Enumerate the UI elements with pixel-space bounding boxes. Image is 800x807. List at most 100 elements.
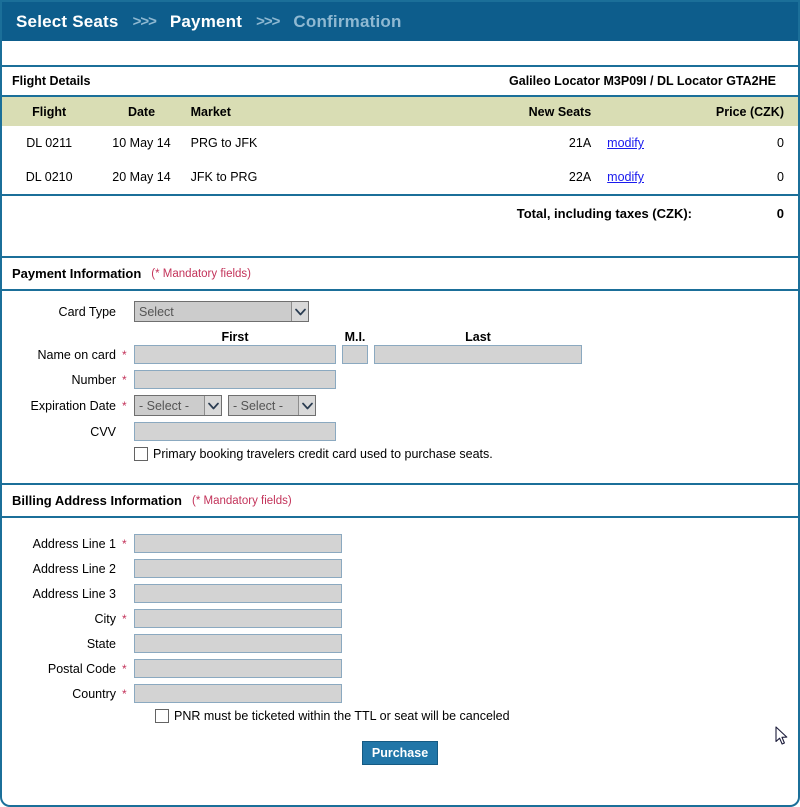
- nav-separator-1: >>>: [132, 13, 157, 30]
- country-required-mark: *: [122, 686, 127, 701]
- middle-initial-header: M.I.: [344, 330, 366, 344]
- cell-date: 10 May 14: [112, 136, 171, 150]
- cvv-row: CVV: [2, 422, 798, 441]
- card-number-control: [134, 370, 336, 389]
- expiration-year-select[interactable]: - Select -: [228, 395, 316, 416]
- total-value: 0: [776, 205, 784, 221]
- state-input[interactable]: [134, 634, 342, 653]
- cell-price: 0: [777, 170, 784, 184]
- payment-form: Card Type Select First M.I. Last Name on…: [2, 291, 798, 461]
- expiration-month-select[interactable]: - Select -: [134, 395, 222, 416]
- flight-details-title: Flight Details: [12, 74, 91, 88]
- last-name-header: Last: [465, 330, 491, 344]
- cell-market: PRG to JFK: [190, 136, 258, 150]
- ttl-checkbox[interactable]: [155, 709, 169, 723]
- nav-separator-2: >>>: [256, 13, 280, 30]
- ttl-row: PNR must be ticketed within the TTL or s…: [2, 709, 798, 723]
- modify-link[interactable]: modify: [607, 170, 644, 184]
- city-required-mark: *: [122, 611, 127, 626]
- payment-page: Select Seats >>> Payment >>> Confirmatio…: [0, 0, 800, 807]
- middle-initial-input[interactable]: [342, 345, 368, 364]
- cvv-input[interactable]: [134, 422, 336, 441]
- expiration-date-row: Expiration Date * - Select - - Select -: [2, 395, 798, 416]
- address-line-3-input[interactable]: [134, 584, 342, 603]
- cell-price: 0: [777, 136, 784, 150]
- city-row: City *: [2, 609, 798, 628]
- last-name-input[interactable]: [374, 345, 582, 364]
- card-number-input[interactable]: [134, 370, 336, 389]
- city-control: [134, 609, 342, 628]
- chevron-down-icon: [204, 396, 221, 415]
- billing-mandatory-note: (* Mandatory fields): [191, 494, 292, 507]
- cell-market: JFK to PRG: [190, 170, 258, 184]
- column-header-date: Date: [96, 97, 187, 126]
- country-control: [134, 684, 342, 703]
- table-row: DL 0210 20 May 14 JFK to PRG 22A modify …: [2, 160, 798, 194]
- locator-text: Galileo Locator M3P09I / DL Locator GTA2…: [509, 74, 776, 88]
- city-input[interactable]: [134, 609, 342, 628]
- postal-code-row: Postal Code *: [2, 659, 798, 678]
- address-line-3-control: [134, 584, 342, 603]
- address-line-3-row: Address Line 3: [2, 584, 798, 603]
- ttl-checkbox-row: PNR must be ticketed within the TTL or s…: [155, 709, 510, 723]
- flight-table-head: Flight Date Market New Seats Price (CZK): [2, 97, 798, 126]
- cell-spacer: [340, 160, 473, 194]
- billing-form: Address Line 1 * Address Line 2 Address …: [2, 518, 798, 765]
- address-line-1-input[interactable]: [134, 534, 342, 553]
- table-row: DL 0211 10 May 14 PRG to JFK 21A modify …: [2, 126, 798, 160]
- expiration-date-control: - Select - - Select -: [134, 395, 316, 416]
- billing-section-header: Billing Address Information (* Mandatory…: [2, 485, 798, 516]
- card-type-select[interactable]: Select: [134, 301, 309, 322]
- modify-link[interactable]: modify: [607, 136, 644, 150]
- payment-mandatory-note: (* Mandatory fields): [151, 267, 252, 280]
- flight-table-header-row: Flight Date Market New Seats Price (CZK): [2, 97, 798, 126]
- cell-date: 20 May 14: [112, 170, 171, 184]
- cell-new-seats: 22A: [568, 170, 592, 184]
- cell-modify: modify: [607, 160, 689, 194]
- step-navbar: Select Seats >>> Payment >>> Confirmatio…: [0, 0, 800, 41]
- column-header-modify: [607, 97, 690, 126]
- name-column-headers: First M.I. Last: [134, 328, 582, 344]
- expiration-date-label: Expiration Date: [30, 398, 116, 413]
- postal-code-input[interactable]: [134, 659, 342, 678]
- card-type-control: Select: [134, 301, 309, 322]
- address-line-2-input[interactable]: [134, 559, 342, 578]
- ttl-checkbox-label: PNR must be ticketed within the TTL or s…: [174, 709, 510, 723]
- cell-flight: DL 0210: [25, 170, 73, 184]
- cell-modify: modify: [607, 126, 689, 160]
- payment-section-header: Payment Information (* Mandatory fields): [2, 258, 798, 289]
- column-header-flight: Flight: [2, 97, 97, 126]
- primary-booking-checkbox-row: Primary booking travelers credit card us…: [134, 447, 493, 461]
- country-row: Country *: [2, 684, 798, 703]
- primary-booking-checkbox[interactable]: [134, 447, 148, 461]
- expiration-year-value: - Select -: [233, 398, 284, 413]
- country-input[interactable]: [134, 684, 342, 703]
- name-on-card-required-mark: *: [122, 347, 127, 362]
- state-row: State: [2, 634, 798, 653]
- first-name-input[interactable]: [134, 345, 336, 364]
- postal-code-required-mark: *: [122, 661, 127, 676]
- expiration-date-required-mark: *: [122, 398, 127, 413]
- purchase-button[interactable]: Purchase: [361, 741, 439, 765]
- state-control: [134, 634, 342, 653]
- card-number-label: Number: [71, 372, 116, 387]
- address-line-1-control: [134, 534, 342, 553]
- postal-code-control: [134, 659, 342, 678]
- name-headers-row: First M.I. Last: [2, 328, 798, 345]
- nav-step-confirmation: Confirmation: [293, 11, 402, 31]
- navbar-gap: [0, 41, 800, 65]
- nav-step-select-seats[interactable]: Select Seats: [16, 12, 119, 32]
- column-header-spacer: [340, 97, 474, 126]
- card-number-row: Number *: [2, 370, 798, 389]
- billing-section-title: Billing Address Information: [12, 493, 182, 508]
- total-block: Total, including taxes (CZK): 0: [2, 196, 798, 256]
- column-header-new-seats: New Seats: [473, 97, 608, 126]
- cell-spacer: [340, 126, 473, 160]
- card-type-row: Card Type Select: [2, 301, 798, 322]
- cvv-label: CVV: [90, 424, 116, 439]
- nav-step-payment[interactable]: Payment: [170, 12, 242, 32]
- name-on-card-label: Name on card: [37, 347, 116, 362]
- chevron-down-icon: [298, 396, 315, 415]
- total-label: Total, including taxes (CZK):: [516, 205, 692, 221]
- flight-details-header: Flight Details Galileo Locator M3P09I / …: [2, 67, 798, 95]
